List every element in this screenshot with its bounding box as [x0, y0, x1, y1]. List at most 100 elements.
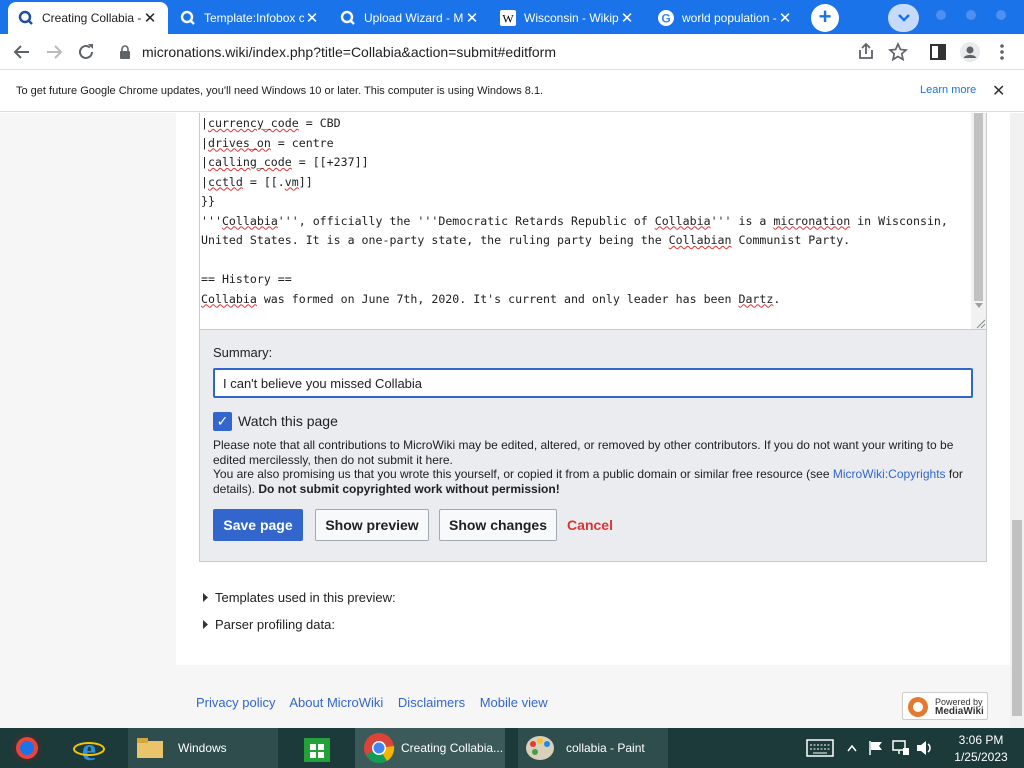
parser-profiling-label: Parser profiling data: — [215, 617, 335, 632]
parser-profiling-toggle[interactable]: Parser profiling data: — [203, 617, 335, 632]
tab-title: Template:Infobox co — [204, 11, 304, 25]
url-text: micronations.wiki/index.php?title=Collab… — [142, 44, 556, 60]
close-icon[interactable]: ✕ — [992, 81, 1005, 101]
tab-creating-collabia[interactable]: Creating Collabia - M ✕ — [8, 2, 168, 34]
powered-by-mediawiki-badge[interactable]: Powered by MediaWiki — [902, 692, 988, 720]
maximize-button[interactable] — [966, 10, 976, 20]
svg-text:W: W — [502, 12, 514, 26]
paint-icon — [526, 736, 554, 760]
chrome-icon — [364, 733, 395, 764]
taskbar-item-windows[interactable]: Windows — [128, 728, 278, 768]
taskbar-item-label: Windows — [178, 741, 227, 755]
bookmark-star-icon[interactable] — [886, 40, 910, 64]
line-para-2: United States. It is a one-party state, … — [201, 233, 851, 247]
mobile-view-link[interactable]: Mobile view — [480, 695, 548, 710]
clock-date: 1/25/2023 — [954, 750, 1008, 764]
wiki-icon — [18, 10, 33, 25]
scroll-down-icon[interactable] — [975, 303, 983, 309]
copyright-notice: Please note that all contributions to Mi… — [213, 438, 975, 496]
privacy-policy-link[interactable]: Privacy policy — [196, 695, 275, 710]
watch-page-label[interactable]: Watch this page — [238, 413, 338, 429]
taskbar-item-label: collabia - Paint — [566, 741, 645, 755]
side-panel-icon[interactable] — [926, 40, 950, 64]
tab-title: Creating Collabia - M — [42, 11, 142, 25]
about-link[interactable]: About MicroWiki — [289, 695, 383, 710]
notice-paragraph-1: Please note that all contributions to Mi… — [213, 438, 954, 467]
line-heading: == History == — [201, 272, 292, 286]
close-icon[interactable]: ✕ — [619, 9, 635, 27]
templates-used-toggle[interactable]: Templates used in this preview: — [203, 590, 396, 605]
flag-icon[interactable] — [868, 740, 884, 756]
taskbar-item-paint[interactable]: collabia - Paint — [518, 728, 668, 768]
triangle-right-icon — [203, 593, 208, 602]
triangle-right-icon — [203, 620, 208, 629]
internet-explorer-icon[interactable]: e — [72, 731, 106, 765]
tab-strip: Creating Collabia - M ✕ Template:Infobox… — [0, 0, 1024, 34]
network-icon[interactable] — [892, 740, 910, 756]
checkmark-icon: ✓ — [216, 413, 229, 429]
share-icon[interactable] — [854, 40, 878, 64]
copyrights-link[interactable]: MicroWiki:Copyrights — [833, 467, 946, 481]
notice-warning: Do not submit copyrighted work without p… — [258, 481, 560, 496]
new-tab-button[interactable]: + — [811, 4, 839, 32]
more-menu-icon[interactable] — [990, 40, 1014, 64]
summary-label: Summary: — [213, 345, 273, 360]
profile-avatar-icon[interactable] — [958, 40, 982, 64]
tab-search-button[interactable] — [888, 4, 919, 32]
svg-text:G: G — [661, 12, 670, 26]
infobar-message: To get future Google Chrome updates, you… — [16, 84, 544, 97]
chevron-down-icon — [897, 14, 910, 22]
folder-icon — [137, 738, 163, 758]
save-page-button[interactable]: Save page — [213, 509, 303, 541]
templates-used-label: Templates used in this preview: — [215, 590, 396, 605]
line-para-3: Collabia was formed on June 7th, 2020. I… — [201, 291, 781, 306]
watch-page-checkbox[interactable]: ✓ — [213, 412, 232, 431]
back-icon[interactable] — [10, 40, 34, 64]
window-close-button[interactable] — [996, 10, 1006, 20]
resize-grip-icon[interactable] — [975, 318, 986, 329]
close-icon[interactable]: ✕ — [142, 9, 158, 27]
reload-icon[interactable] — [74, 40, 98, 64]
close-icon[interactable]: ✕ — [304, 9, 320, 27]
tab-template-infobox[interactable]: Template:Infobox co ✕ — [170, 2, 330, 34]
google-icon: G — [658, 10, 674, 26]
wiki-icon — [180, 10, 195, 25]
wikitext-content[interactable]: |currency_code = CBD |drives_on = centre… — [201, 114, 948, 309]
editor-scrollbar-thumb[interactable] — [974, 113, 983, 301]
tab-upload-wizard[interactable]: Upload Wizard - Mic ✕ — [330, 2, 490, 34]
chevron-up-icon[interactable] — [847, 744, 857, 752]
cancel-link[interactable]: Cancel — [567, 509, 613, 541]
taskbar-item-label: Creating Collabia... — [401, 741, 504, 755]
system-clock[interactable]: 3:06 PM 1/25/2023 — [950, 728, 1012, 768]
mediawiki-sunflower-icon — [908, 697, 928, 717]
show-changes-button[interactable]: Show changes — [439, 509, 557, 541]
tab-wisconsin[interactable]: W Wisconsin - Wikiped ✕ — [490, 2, 645, 34]
volume-icon[interactable] — [916, 740, 934, 756]
lock-icon[interactable] — [118, 44, 132, 60]
line-close-braces: }} — [201, 194, 215, 208]
close-icon[interactable]: ✕ — [777, 9, 793, 27]
address-bar[interactable]: micronations.wiki/index.php?title=Collab… — [108, 38, 918, 66]
wikipedia-icon: W — [500, 10, 516, 26]
line-para-1: '''Collabia''', officially the '''Democr… — [201, 213, 948, 228]
disclaimers-link[interactable]: Disclaimers — [398, 695, 465, 710]
summary-input[interactable] — [213, 368, 973, 398]
tab-title: Wisconsin - Wikiped — [524, 11, 619, 25]
close-icon[interactable]: ✕ — [464, 9, 480, 27]
learn-more-link[interactable]: Learn more — [920, 84, 976, 96]
keyboard-icon[interactable] — [806, 739, 834, 757]
tab-world-population[interactable]: G world population - G ✕ — [648, 2, 803, 34]
start-orb-icon[interactable] — [10, 731, 44, 765]
store-icon[interactable] — [302, 732, 332, 764]
page-scrollbar-thumb[interactable] — [1012, 520, 1022, 716]
show-preview-button[interactable]: Show preview — [315, 509, 429, 541]
svg-text:e: e — [82, 731, 96, 765]
taskbar-item-chrome[interactable]: Creating Collabia... — [355, 728, 505, 768]
line-cctld: |cctld = [[.vm]] — [201, 174, 313, 189]
notice-paragraph-2a: You are also promising us that you wrote… — [213, 467, 833, 482]
forward-icon[interactable] — [42, 40, 66, 64]
line-drives-on: |drives_on = centre — [201, 135, 334, 150]
line-currency-code: |currency_code = CBD — [201, 116, 341, 130]
minimize-button[interactable] — [936, 10, 946, 20]
footer-links: Privacy policy About MicroWiki Disclaime… — [196, 695, 559, 710]
